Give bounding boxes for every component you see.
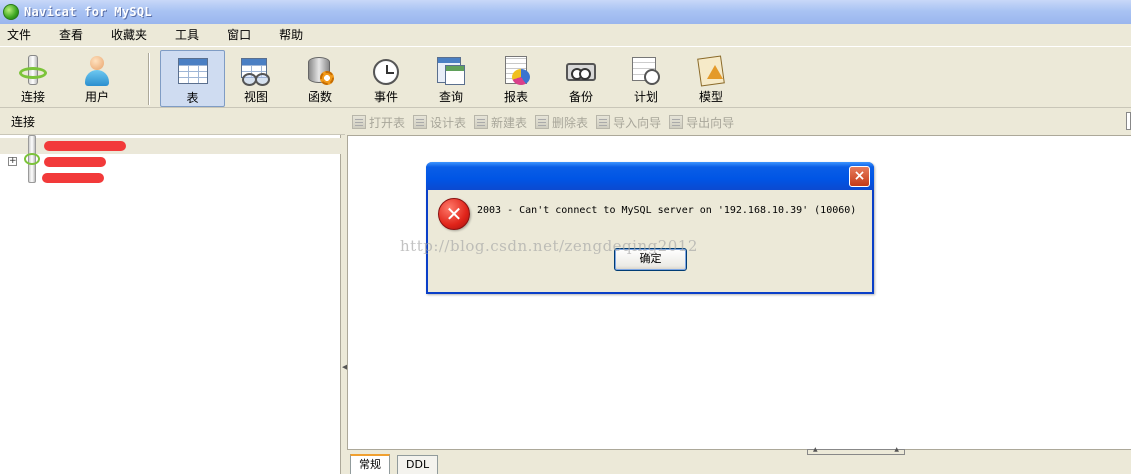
open-table-button[interactable]: 打开表 xyxy=(352,114,405,131)
query-icon xyxy=(435,55,467,85)
delete-table-button[interactable]: 删除表 xyxy=(535,114,588,131)
report-icon xyxy=(500,55,532,85)
tab-general[interactable]: 常规 xyxy=(350,454,390,474)
schedule-button[interactable]: 计划 xyxy=(616,51,676,105)
new-table-label: 新建表 xyxy=(491,115,528,130)
view-label: 视图 xyxy=(243,90,268,104)
event-button[interactable]: 事件 xyxy=(356,51,416,105)
backup-icon xyxy=(565,55,597,84)
connect-label: 连接 xyxy=(20,90,45,104)
new-table-icon xyxy=(474,115,489,129)
user-label: 用户 xyxy=(84,90,109,104)
connection-ring-icon xyxy=(24,153,40,165)
navicat-window: Navicat for MySQL 文件 查看 收藏夹 工具 窗口 帮助 连接 … xyxy=(0,0,1131,474)
backup-label: 备份 xyxy=(568,90,593,104)
schedule-icon xyxy=(630,55,662,85)
table-icon xyxy=(177,55,209,85)
report-button[interactable]: 报表 xyxy=(486,51,546,105)
model-icon xyxy=(695,55,727,87)
toolbar-overflow-handle[interactable] xyxy=(1126,112,1131,130)
export-wizard-icon xyxy=(669,115,684,129)
function-icon xyxy=(304,55,336,85)
event-label: 事件 xyxy=(373,90,398,104)
menu-help[interactable]: 帮助 xyxy=(272,24,310,46)
redacted-connection-name xyxy=(42,173,104,183)
view-icon xyxy=(240,55,272,86)
menu-tools[interactable]: 工具 xyxy=(168,24,206,46)
backup-button[interactable]: 备份 xyxy=(551,51,611,105)
menu-favorites[interactable]: 收藏夹 xyxy=(104,24,154,46)
expand-icon[interactable]: + xyxy=(8,157,17,166)
main-toolbar: 连接 用户 表 视图 函数 事件 查询 报表 备份 计划 模型 xyxy=(0,46,1131,108)
menu-file[interactable]: 文件 xyxy=(0,24,38,46)
pane-resize-handle[interactable] xyxy=(807,446,905,455)
import-wizard-icon xyxy=(596,115,611,129)
watermark: http://blog.csdn.net/zengdeqing2012 xyxy=(400,237,698,255)
open-table-label: 打开表 xyxy=(369,115,406,130)
navicat-icon xyxy=(3,4,19,20)
report-label: 报表 xyxy=(503,90,528,104)
user-button[interactable]: 用户 xyxy=(67,51,127,105)
redacted-connection-name xyxy=(44,141,126,151)
query-button[interactable]: 查询 xyxy=(421,51,481,105)
title-bar[interactable]: Navicat for MySQL xyxy=(0,0,1131,24)
redacted-connection-name xyxy=(44,157,106,167)
function-label: 函数 xyxy=(307,90,332,104)
error-dialog: × ✕ 2003 - Can't connect to MySQL server… xyxy=(426,162,874,294)
new-table-button[interactable]: 新建表 xyxy=(474,114,527,131)
delete-table-label: 删除表 xyxy=(552,115,589,130)
design-table-icon xyxy=(413,115,428,129)
connection-icon xyxy=(17,55,49,85)
export-wizard-button[interactable]: 导出向导 xyxy=(669,114,734,131)
open-table-icon xyxy=(352,115,366,129)
menu-bar: 文件 查看 收藏夹 工具 窗口 帮助 xyxy=(0,24,1131,46)
design-table-label: 设计表 xyxy=(430,115,467,130)
delete-table-icon xyxy=(535,115,550,129)
table-label: 表 xyxy=(186,91,199,105)
info-tabs: 常规 DDL xyxy=(347,446,1131,474)
import-wizard-button[interactable]: 导入向导 xyxy=(596,114,661,131)
tree-item-connection[interactable] xyxy=(0,138,341,154)
close-button[interactable]: × xyxy=(849,166,870,187)
dialog-title-bar[interactable]: × xyxy=(426,162,874,190)
error-icon: ✕ xyxy=(438,198,470,230)
view-button[interactable]: 视图 xyxy=(226,51,286,105)
tree-item-connection[interactable] xyxy=(0,170,341,186)
schedule-label: 计划 xyxy=(633,90,658,104)
object-toolbar: 打开表 设计表 新建表 删除表 导入向导 导出向导 xyxy=(348,109,1131,135)
error-message: 2003 - Can't connect to MySQL server on … xyxy=(477,205,857,216)
toolbar-separator xyxy=(148,53,150,105)
import-wizard-label: 导入向导 xyxy=(613,115,662,130)
export-wizard-label: 导出向导 xyxy=(686,115,735,130)
connections-header: 连接 xyxy=(0,109,345,135)
connect-button[interactable]: 连接 xyxy=(3,51,63,105)
window-title: Navicat for MySQL xyxy=(24,5,152,19)
tab-ddl[interactable]: DDL xyxy=(397,455,439,474)
design-table-button[interactable]: 设计表 xyxy=(413,114,466,131)
menu-view[interactable]: 查看 xyxy=(52,24,90,46)
model-button[interactable]: 模型 xyxy=(681,51,741,105)
connection-tree: + xyxy=(0,135,341,474)
tree-item-connection[interactable]: + xyxy=(0,154,341,170)
query-label: 查询 xyxy=(438,90,463,104)
model-label: 模型 xyxy=(698,90,723,104)
function-button[interactable]: 函数 xyxy=(290,51,350,105)
table-button[interactable]: 表 xyxy=(160,50,225,107)
menu-window[interactable]: 窗口 xyxy=(220,24,258,46)
user-icon xyxy=(81,55,113,86)
event-icon xyxy=(370,55,402,85)
